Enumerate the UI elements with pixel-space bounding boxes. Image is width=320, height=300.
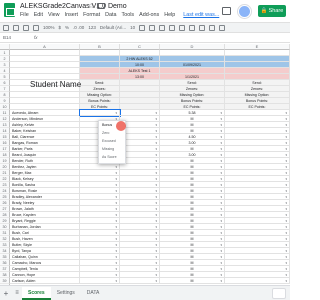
bold-icon[interactable]: [139, 24, 146, 31]
print-icon[interactable]: [23, 24, 29, 31]
italic-icon[interactable]: [149, 24, 156, 31]
undo-icon[interactable]: [3, 24, 9, 31]
cell-value: M: [190, 129, 194, 133]
cell-value: M: [190, 249, 194, 253]
comment-icon[interactable]: [222, 7, 231, 15]
cell-value: M: [190, 117, 194, 121]
tab-settings[interactable]: Settings: [51, 287, 81, 300]
cell-value: M: [190, 165, 194, 169]
align-icon[interactable]: [209, 24, 216, 31]
cell-value: M: [190, 177, 194, 181]
lock-icon: 🔒: [260, 8, 268, 14]
cell-value: 3.00: [188, 141, 196, 145]
fx-icon: fx: [34, 35, 38, 40]
menu-edit[interactable]: Edit: [34, 12, 43, 18]
toolbar: 100% $ % .0 .00 123 Default (Ari... 10: [0, 22, 290, 33]
sheets-logo-icon[interactable]: [4, 3, 15, 17]
cell-value: M: [190, 195, 194, 199]
font-size-select[interactable]: 10: [130, 25, 135, 30]
avatar[interactable]: [238, 5, 251, 18]
cell-value: M: [190, 201, 194, 205]
tab-data[interactable]: DATA: [81, 287, 106, 300]
menu-addons[interactable]: Add-ons: [139, 12, 159, 18]
menu-tools[interactable]: Tools: [122, 12, 135, 18]
cell-value: M: [190, 225, 194, 229]
cell-value: M: [190, 219, 194, 223]
menu-insert[interactable]: Insert: [65, 12, 78, 18]
dropdown-arrow-icon[interactable]: ▾: [285, 278, 287, 283]
score-cell[interactable]: ▾: [80, 278, 120, 284]
move-folder-icon[interactable]: [97, 3, 105, 9]
cell-value: M: [190, 261, 194, 265]
menu-data[interactable]: Data: [105, 12, 116, 18]
all-sheets-button[interactable]: ≡: [12, 290, 22, 296]
student-name-cell[interactable]: Carlson, Aiden: [10, 278, 80, 284]
share-label: Share: [268, 8, 284, 14]
dropdown-option[interactable]: As Score: [99, 153, 125, 161]
cell-value: 4.50: [188, 135, 196, 139]
cell-value: M: [190, 159, 194, 163]
cell-value: M: [190, 189, 194, 193]
share-button[interactable]: 🔒 Share: [258, 5, 286, 17]
cell-value: 3.00: [188, 153, 196, 157]
cell-value: M: [190, 183, 194, 187]
cell-value: M: [190, 213, 194, 217]
paint-format-icon[interactable]: [33, 24, 39, 31]
merge-icon[interactable]: [199, 24, 206, 31]
tab-scores[interactable]: Scores: [22, 286, 51, 300]
score-cell[interactable]: M ▾: [160, 278, 225, 284]
more-icon[interactable]: [219, 24, 226, 31]
dropdown-option[interactable]: Excused: [99, 137, 125, 145]
cell-value: M: [190, 147, 194, 151]
add-sheet-button[interactable]: +: [0, 289, 12, 298]
strikethrough-icon[interactable]: [159, 24, 166, 31]
font-select[interactable]: Default (Ari...: [100, 25, 126, 30]
cell-value: M: [190, 243, 194, 247]
explore-button[interactable]: [272, 287, 286, 299]
click-indicator: [116, 121, 126, 131]
fill-color-icon[interactable]: [179, 24, 186, 31]
sheet-tab-bar: + ≡ Scores Settings DATA: [0, 285, 290, 300]
menu-file[interactable]: File: [20, 12, 29, 18]
cell-value: M: [190, 279, 194, 283]
document-title[interactable]: ALEKSGrade2Canvas V1.0 Demo: [20, 3, 127, 10]
text-color-icon[interactable]: [169, 24, 176, 31]
menu-view[interactable]: View: [48, 12, 60, 18]
dropdown-arrow-icon[interactable]: ▾: [115, 278, 117, 283]
cell-value: M: [190, 231, 194, 235]
spreadsheet-grid[interactable]: A B C D E 1 2 3 4 5 6 7 8 9 10 11 12 13 14 15 16 17 18 19 20 21 22…: [0, 44, 290, 285]
formula-bar: B14 fx: [0, 34, 290, 43]
zoom-select[interactable]: 100%: [43, 25, 55, 30]
score-cell[interactable]: ▾: [120, 278, 160, 284]
redo-icon[interactable]: [13, 24, 19, 31]
borders-icon[interactable]: [189, 24, 196, 31]
menu-help[interactable]: Help: [164, 12, 175, 18]
cell-value: M: [190, 255, 194, 259]
decimal-format[interactable]: .0 .00: [73, 25, 84, 30]
cell-value: M: [190, 267, 194, 271]
cell-value: M: [190, 207, 194, 211]
name-box[interactable]: B14: [3, 35, 33, 42]
dropdown-arrow-icon[interactable]: ▾: [155, 278, 157, 283]
dropdown-arrow-icon[interactable]: ▾: [220, 278, 222, 283]
last-edit-link[interactable]: Last edit was...: [183, 12, 219, 18]
student-name-heading: Student Name: [30, 80, 82, 89]
cell-value: M: [190, 171, 194, 175]
percent-format[interactable]: %: [65, 25, 69, 30]
cell-value: M: [190, 123, 194, 127]
title-bar: ALEKSGrade2Canvas V1.0 Demo ☆ File Edit …: [0, 0, 290, 20]
cell-value: M: [190, 273, 194, 277]
cell-value: 5.38: [188, 111, 196, 115]
menu-bar: File Edit View Insert Format Data Tools …: [20, 12, 219, 18]
currency-format[interactable]: $: [59, 25, 62, 30]
score-cell[interactable]: ▾: [225, 278, 290, 284]
cell-value: M: [190, 237, 194, 241]
star-icon[interactable]: ☆: [88, 2, 94, 10]
menu-format[interactable]: Format: [83, 12, 100, 18]
dropdown-option[interactable]: Missing: [99, 145, 125, 153]
number-format[interactable]: 123: [88, 25, 96, 30]
